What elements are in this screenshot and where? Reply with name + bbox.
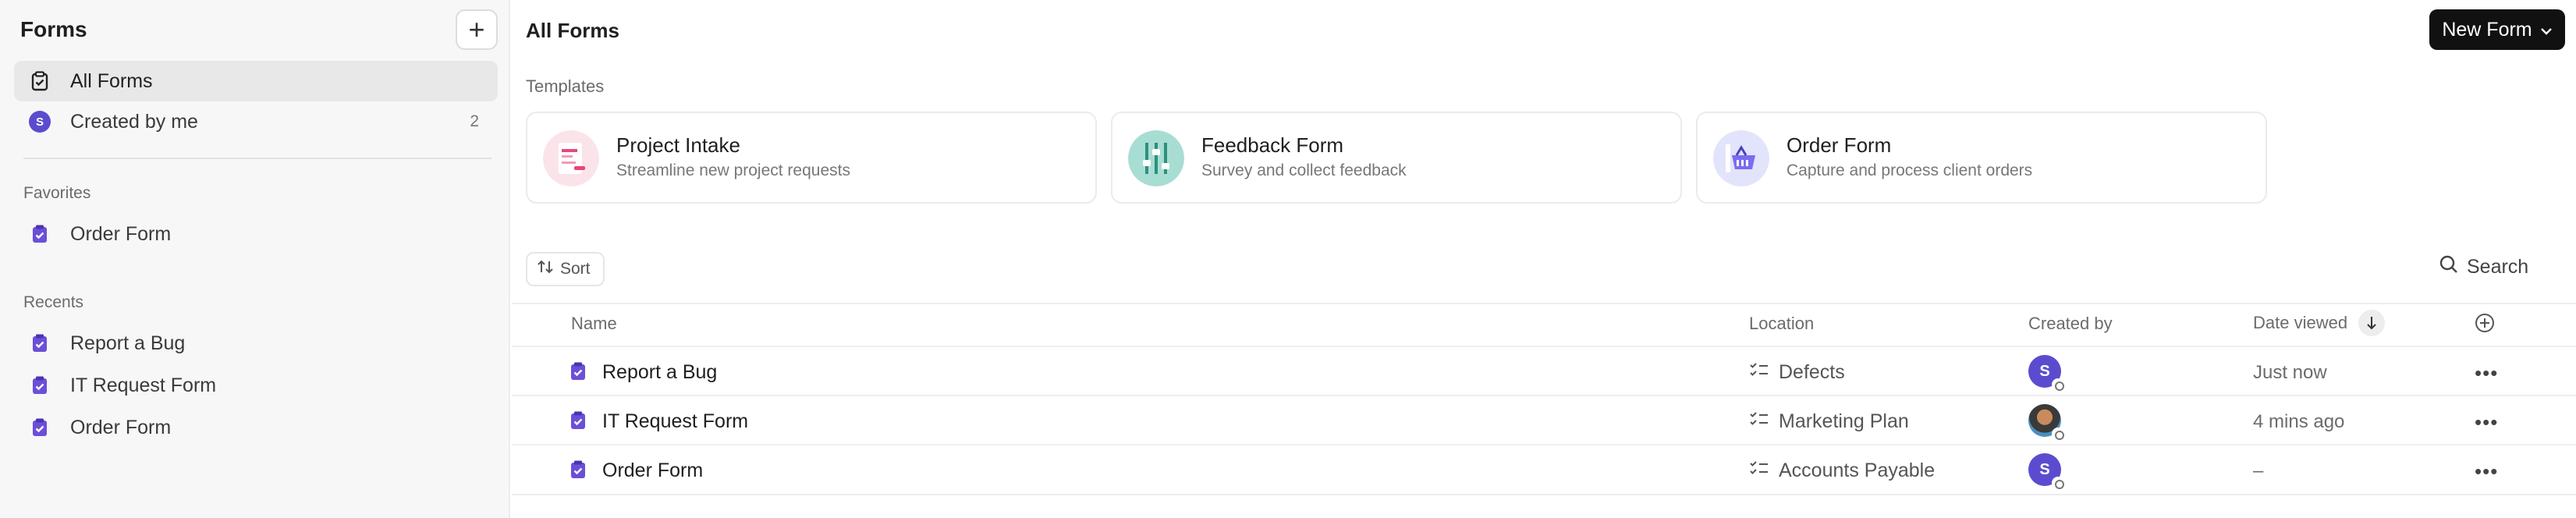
- date-viewed: Just now: [2253, 362, 2327, 383]
- sidebar-item-recent[interactable]: Report a Bug: [14, 323, 498, 364]
- add-form-button[interactable]: +: [456, 9, 498, 50]
- page-title: All Forms: [526, 19, 619, 42]
- creator-avatar[interactable]: [2028, 404, 2064, 440]
- avatar-initial: S: [2039, 460, 2050, 478]
- sidebar-item-label: Order Form: [70, 416, 172, 438]
- sidebar-divider: [23, 158, 491, 159]
- avatar: S: [29, 111, 51, 133]
- column-label: Location: [1749, 314, 1815, 333]
- sidebar-item-recent[interactable]: IT Request Form: [14, 365, 498, 406]
- form-name[interactable]: IT Request Form: [602, 410, 748, 433]
- template-card-feedback-form[interactable]: Feedback Form Survey and collect feedbac…: [1111, 112, 1682, 204]
- templates-heading: Templates: [526, 76, 605, 96]
- search-button[interactable]: Search: [2439, 254, 2528, 280]
- clipboard-check-icon: [28, 69, 51, 93]
- form-icon: [28, 416, 51, 439]
- location-cell[interactable]: Accounts Payable: [1749, 459, 1935, 482]
- creator-avatar[interactable]: S: [2028, 355, 2064, 391]
- column-label: Name: [571, 314, 617, 333]
- status-dot: [2052, 378, 2064, 391]
- feedback-sliders-illustration-icon: [1128, 130, 1184, 186]
- chevron-down-icon: [2540, 19, 2553, 41]
- more-options-icon[interactable]: •••: [2475, 459, 2498, 484]
- form-icon: [569, 410, 587, 435]
- template-subtitle: Survey and collect feedback: [1201, 161, 1407, 179]
- form-name[interactable]: Order Form: [602, 459, 703, 482]
- checklist-icon: [1749, 361, 1769, 384]
- table-divider: [512, 303, 2576, 304]
- plus-icon: +: [468, 13, 485, 45]
- template-card-project-intake[interactable]: Project Intake Streamline new project re…: [526, 112, 1097, 204]
- form-icon: [28, 374, 51, 397]
- sidebar-item-label: All Forms: [70, 69, 153, 92]
- date-viewed: –: [2253, 460, 2264, 481]
- checklist-icon: [1749, 410, 1769, 433]
- template-card-order-form[interactable]: Order Form Capture and process client or…: [1696, 112, 2267, 204]
- favorites-heading: Favorites: [23, 184, 91, 202]
- location-label: Marketing Plan: [1779, 410, 1909, 432]
- sidebar-title: Forms: [20, 17, 87, 41]
- sidebar-item-favorite[interactable]: Order Form: [14, 214, 498, 254]
- template-title: Project Intake: [616, 133, 740, 157]
- recents-heading: Recents: [23, 293, 84, 311]
- column-header-created-by[interactable]: Created by: [2028, 314, 2113, 334]
- table-row[interactable]: IT Request Form Marketing Plan 4 mins ag…: [512, 395, 2576, 444]
- location-cell[interactable]: Marketing Plan: [1749, 410, 1909, 433]
- sidebar-item-recent[interactable]: Order Form: [14, 407, 498, 448]
- plus-circle-icon: [2474, 314, 2496, 337]
- sidebar: Forms + All Forms S Created by me 2 Favo…: [0, 0, 510, 518]
- search-icon: [2439, 254, 2459, 280]
- more-options-icon[interactable]: •••: [2475, 361, 2498, 385]
- location-label: Defects: [1779, 361, 1845, 383]
- sidebar-item-label: Order Form: [70, 222, 172, 245]
- sidebar-item-label: IT Request Form: [70, 374, 217, 396]
- checklist-icon: [1749, 459, 1769, 482]
- template-subtitle: Capture and process client orders: [1787, 161, 2033, 179]
- table-divider: [512, 494, 2576, 495]
- avatar-initial: S: [2039, 362, 2050, 380]
- creator-avatar[interactable]: S: [2028, 453, 2064, 489]
- sidebar-item-label: Created by me: [70, 110, 198, 133]
- column-label: Created by: [2028, 314, 2113, 333]
- column-header-location[interactable]: Location: [1749, 314, 1814, 334]
- sidebar-item-created-by-me[interactable]: S Created by me 2: [14, 101, 498, 142]
- column-header-name[interactable]: Name: [571, 314, 617, 334]
- date-viewed: 4 mins ago: [2253, 411, 2345, 432]
- sidebar-item-label: Report a Bug: [70, 332, 186, 354]
- location-cell[interactable]: Defects: [1749, 361, 1845, 384]
- add-column-button[interactable]: [2474, 312, 2496, 338]
- project-intake-illustration-icon: [543, 130, 599, 186]
- sort-arrows-icon: [537, 258, 554, 280]
- arrow-down-icon[interactable]: [2358, 310, 2386, 336]
- location-label: Accounts Payable: [1779, 459, 1936, 481]
- column-header-date-viewed[interactable]: Date viewed: [2253, 310, 2386, 336]
- sort-label: Sort: [560, 260, 591, 278]
- form-icon: [28, 222, 51, 246]
- more-options-icon[interactable]: •••: [2475, 410, 2498, 435]
- column-label: Date viewed: [2253, 313, 2348, 332]
- form-icon: [569, 361, 587, 385]
- form-icon: [569, 459, 587, 484]
- main-content: All Forms New Form Templates Project Int…: [512, 0, 2576, 518]
- count-badge: 2: [470, 112, 479, 130]
- new-form-label: New Form: [2442, 18, 2532, 41]
- status-dot: [2052, 428, 2064, 440]
- search-label: Search: [2467, 256, 2529, 278]
- sort-button[interactable]: Sort: [526, 252, 605, 286]
- shopping-basket-illustration-icon: [1713, 130, 1769, 186]
- status-dot: [2052, 477, 2064, 489]
- form-icon: [28, 332, 51, 355]
- sidebar-item-all-forms[interactable]: All Forms: [14, 61, 498, 101]
- table-row[interactable]: Order Form Accounts Payable S – •••: [512, 444, 2576, 493]
- template-subtitle: Streamline new project requests: [616, 161, 850, 179]
- template-title: Order Form: [1787, 133, 1892, 157]
- template-title: Feedback Form: [1201, 133, 1344, 157]
- table-row[interactable]: Report a Bug Defects S Just now •••: [512, 346, 2576, 395]
- new-form-button[interactable]: New Form: [2429, 9, 2565, 50]
- form-name[interactable]: Report a Bug: [602, 361, 717, 384]
